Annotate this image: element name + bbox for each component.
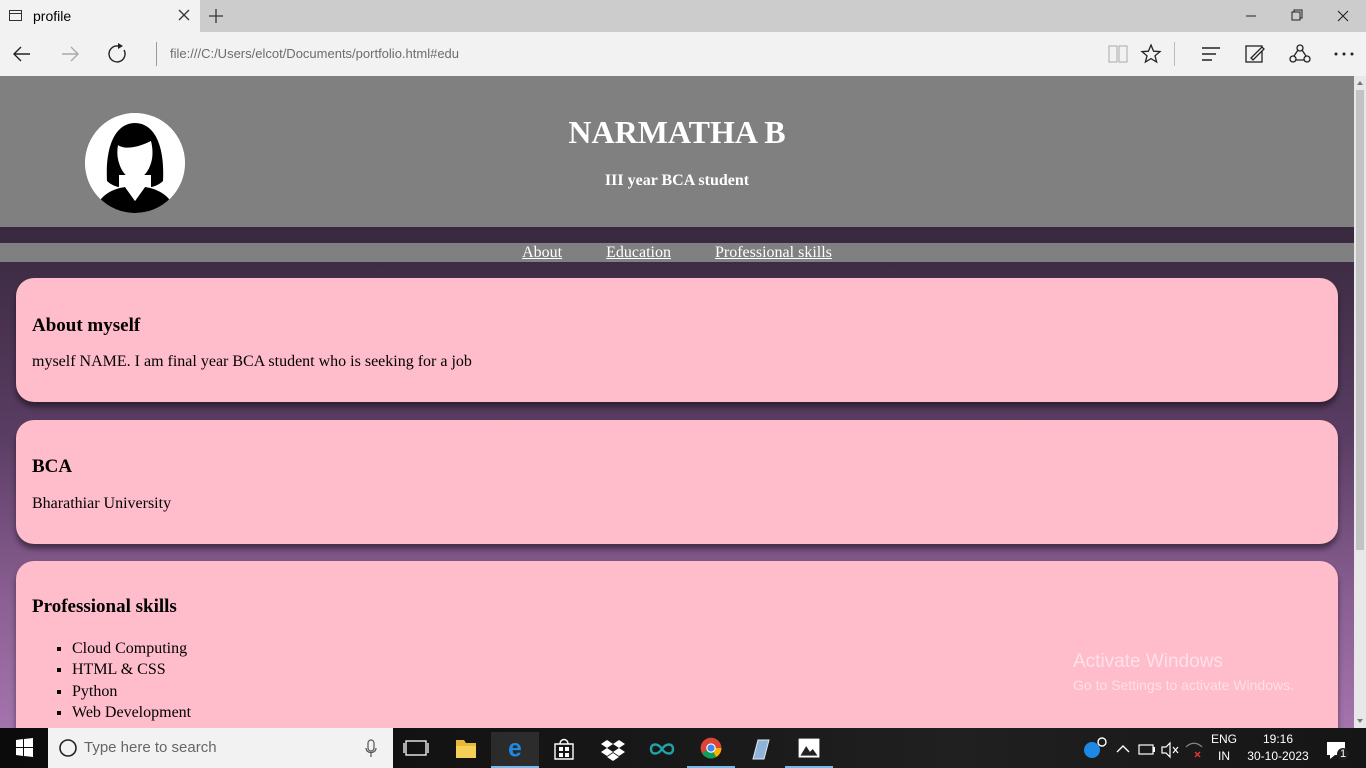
skills-list: Cloud Computing HTML & CSS Python Web De… [32, 638, 191, 723]
taskbar: Type here to search e ENG IN 19:16 30-10… [0, 728, 1366, 768]
minimize-icon[interactable] [1228, 0, 1274, 32]
dropbox-icon[interactable] [589, 732, 637, 768]
restore-icon[interactable] [1274, 0, 1320, 32]
chrome-icon [700, 737, 722, 759]
education-heading: BCA [32, 456, 73, 477]
about-text: myself NAME. I am final year BCA student… [32, 353, 472, 370]
about-heading: About myself [32, 315, 141, 336]
profile-name: NARMATHA B [568, 114, 786, 150]
watermark-title: Activate Windows [1073, 651, 1223, 672]
edge-icon: e [508, 736, 522, 763]
refresh-icon[interactable] [106, 42, 130, 66]
scrollbar-thumb[interactable] [1356, 90, 1364, 550]
chevron-up-icon[interactable] [1112, 732, 1134, 768]
svg-text:e: e [508, 736, 522, 763]
web-note-icon[interactable] [1243, 42, 1267, 66]
back-icon[interactable] [10, 42, 34, 66]
tab-title: profile [33, 8, 72, 24]
skill-item: Cloud Computing [72, 638, 191, 659]
page-icon [9, 10, 22, 21]
address-bar[interactable]: file:///C:/Users/elcot/Documents/portfol… [170, 46, 459, 61]
section-menu: About Education Professional skills [0, 243, 1354, 262]
skill-item: Web Development [72, 702, 191, 723]
taskbar-search[interactable]: Type here to search [48, 728, 393, 768]
chrome-taskbar-button[interactable] [687, 732, 735, 768]
menu-link-education[interactable]: Education [606, 244, 671, 261]
task-view-icon[interactable] [393, 732, 441, 768]
plus-icon[interactable] [207, 7, 225, 25]
window-close-icon[interactable] [1320, 0, 1366, 32]
store-icon[interactable] [540, 732, 588, 768]
menu-link-about[interactable]: About [522, 244, 562, 261]
vertical-scrollbar[interactable] [1354, 76, 1366, 728]
close-icon[interactable] [176, 7, 192, 23]
menu-link-professional-skills[interactable]: Professional skills [715, 244, 832, 261]
photos-taskbar-button[interactable] [785, 732, 833, 768]
favorite-star-icon[interactable] [1139, 42, 1163, 66]
clock-date[interactable]: 30-10-2023 [1244, 749, 1312, 763]
windows-start-icon[interactable] [0, 728, 48, 768]
network-search-icon[interactable] [1076, 732, 1112, 768]
profile-subtitle: III year BCA student [604, 172, 750, 189]
file-explorer-icon[interactable] [442, 732, 490, 768]
skills-heading: Professional skills [32, 596, 177, 617]
clock-time[interactable]: 19:16 [1244, 732, 1312, 746]
skill-item: HTML & CSS [72, 659, 191, 680]
wifi-disconnected-icon[interactable] [1183, 732, 1205, 768]
tab-bar: profile [0, 0, 1366, 32]
browser-tab[interactable]: profile [0, 0, 200, 32]
activate-windows-watermark: Activate Windows Go to Settings to activ… [1073, 651, 1294, 693]
search-icon [59, 739, 77, 757]
skill-item: Python [72, 681, 191, 702]
scroll-up-icon[interactable] [1356, 79, 1364, 87]
more-icon[interactable] [1332, 42, 1356, 66]
forward-icon[interactable] [58, 42, 82, 66]
region-indicator[interactable]: IN [1208, 749, 1240, 763]
photos-icon [798, 738, 820, 758]
edge-taskbar-button[interactable]: e [491, 732, 539, 768]
reading-view-icon[interactable] [1106, 42, 1130, 66]
education-text: Bharathiar University [32, 495, 172, 512]
notepad-icon[interactable] [736, 732, 784, 768]
address-divider [156, 42, 157, 66]
microphone-icon[interactable] [364, 738, 378, 758]
watermark-subtitle: Go to Settings to activate Windows. [1073, 677, 1294, 693]
about-card: About myself myself NAME. I am final yea… [16, 278, 1338, 402]
battery-icon[interactable] [1136, 732, 1158, 768]
notification-badge: 1 [1337, 748, 1349, 760]
education-card: BCA Bharathiar University [16, 420, 1338, 544]
skills-card: Professional skills Cloud Computing HTML… [16, 561, 1338, 728]
volume-muted-icon[interactable] [1159, 732, 1181, 768]
page-viewport: NARMATHA B III year BCA student About Ed… [0, 76, 1354, 728]
profile-header: NARMATHA B III year BCA student [0, 76, 1354, 227]
toolbar-divider [1174, 42, 1175, 66]
hub-icon[interactable] [1199, 42, 1223, 66]
language-indicator[interactable]: ENG [1208, 732, 1240, 746]
share-icon[interactable] [1288, 42, 1312, 66]
arduino-icon[interactable] [638, 732, 686, 768]
search-placeholder: Type here to search [84, 739, 217, 756]
scroll-down-icon[interactable] [1356, 717, 1364, 725]
